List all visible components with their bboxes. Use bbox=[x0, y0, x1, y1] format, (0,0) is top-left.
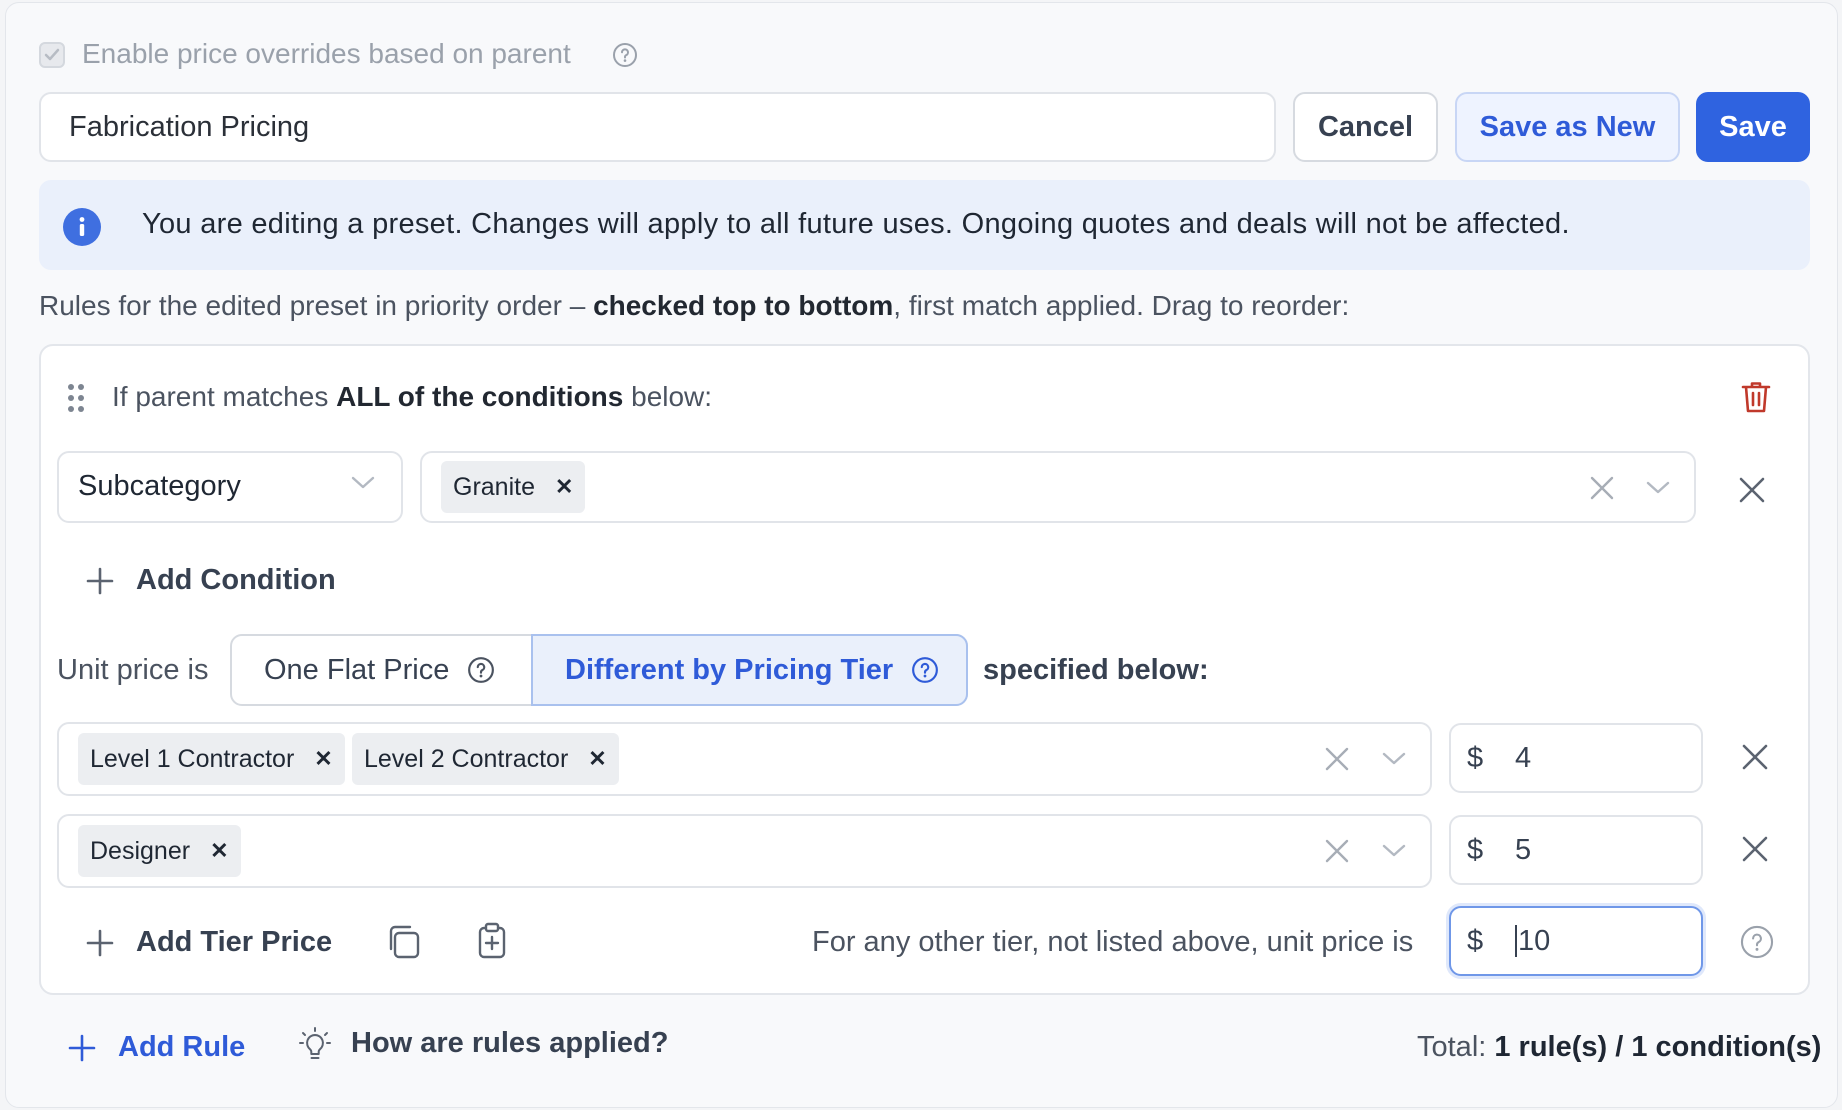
clear-icon[interactable] bbox=[1325, 839, 1349, 863]
info-banner-text: You are editing a preset. Changes will a… bbox=[142, 208, 1570, 240]
trash-icon[interactable] bbox=[1740, 379, 1772, 415]
save-button[interactable]: Save bbox=[1696, 92, 1810, 162]
specified-below-label: specified below: bbox=[983, 654, 1209, 686]
value-chip: Granite ✕ bbox=[441, 461, 586, 513]
unit-price-label: Unit price is bbox=[57, 654, 209, 686]
help-icon[interactable] bbox=[612, 42, 638, 68]
copy-icon[interactable] bbox=[386, 924, 422, 960]
lightbulb-icon bbox=[298, 1026, 332, 1062]
price-value: 5 bbox=[1515, 833, 1532, 866]
currency-symbol: $ bbox=[1467, 924, 1484, 957]
clear-icon[interactable] bbox=[1325, 747, 1349, 771]
rules-intro: Rules for the edited preset in priority … bbox=[39, 290, 1350, 321]
tier-price-input[interactable]: $ 4 bbox=[1449, 723, 1703, 793]
cancel-button[interactable]: Cancel bbox=[1293, 92, 1438, 162]
enable-overrides-label: Enable price overrides based on parent bbox=[82, 38, 571, 69]
enable-overrides-checkbox[interactable] bbox=[39, 42, 65, 68]
condition-values-select[interactable] bbox=[420, 451, 1696, 523]
chip-remove-icon[interactable]: ✕ bbox=[210, 838, 228, 864]
rule-header: If parent matches ALL of the conditions … bbox=[112, 381, 713, 412]
how-rules-link[interactable]: How are rules applied? bbox=[351, 1027, 668, 1060]
add-rule-button[interactable]: Add Rule bbox=[118, 1031, 245, 1064]
plus-icon[interactable] bbox=[86, 929, 114, 957]
plus-icon[interactable] bbox=[68, 1034, 96, 1062]
different-by-tier-label: Different by Pricing Tier bbox=[565, 653, 894, 686]
clear-icon[interactable] bbox=[1590, 476, 1614, 500]
plus-icon[interactable] bbox=[86, 567, 114, 595]
tier-select[interactable] bbox=[57, 814, 1432, 888]
drag-handle-icon[interactable] bbox=[66, 382, 86, 414]
currency-symbol: $ bbox=[1467, 833, 1484, 866]
preset-name-input[interactable] bbox=[39, 92, 1276, 162]
chip-remove-icon[interactable]: ✕ bbox=[314, 746, 332, 772]
info-icon bbox=[62, 207, 102, 247]
tier-chip: Designer ✕ bbox=[78, 825, 241, 877]
remove-condition-icon[interactable] bbox=[1739, 477, 1765, 503]
text-cursor bbox=[1515, 925, 1517, 957]
paste-icon[interactable] bbox=[476, 922, 508, 960]
remove-tier-icon[interactable] bbox=[1742, 836, 1768, 862]
help-icon[interactable] bbox=[911, 656, 939, 684]
one-flat-price-label: One Flat Price bbox=[264, 653, 450, 686]
chip-label: Level 1 Contractor bbox=[90, 744, 295, 773]
chip-remove-icon[interactable]: ✕ bbox=[555, 474, 573, 500]
add-tier-price-button[interactable]: Add Tier Price bbox=[136, 926, 332, 959]
remove-tier-icon[interactable] bbox=[1742, 744, 1768, 770]
currency-symbol: $ bbox=[1467, 741, 1484, 774]
chip-label: Level 2 Contractor bbox=[364, 744, 569, 773]
tier-price-input[interactable]: $ 5 bbox=[1449, 815, 1703, 885]
help-icon[interactable] bbox=[1740, 925, 1774, 959]
default-price-input[interactable]: $ 10 bbox=[1449, 906, 1703, 976]
different-by-tier-option[interactable]: Different by Pricing Tier bbox=[531, 634, 968, 706]
chip-label: Designer bbox=[90, 836, 191, 865]
save-as-new-button[interactable]: Save as New bbox=[1455, 92, 1680, 162]
chip-remove-icon[interactable]: ✕ bbox=[588, 746, 606, 772]
tier-chip: Level 1 Contractor ✕ bbox=[78, 733, 345, 785]
rules-total: Total: 1 rule(s) / 1 condition(s) bbox=[1417, 1031, 1822, 1063]
price-value: 4 bbox=[1515, 741, 1532, 774]
help-icon[interactable] bbox=[467, 656, 495, 684]
chevron-down-icon[interactable] bbox=[351, 476, 375, 490]
condition-field-value: Subcategory bbox=[78, 470, 241, 502]
add-condition-button[interactable]: Add Condition bbox=[136, 564, 336, 597]
one-flat-price-option[interactable]: One Flat Price bbox=[232, 636, 532, 704]
other-tier-label: For any other tier, not listed above, un… bbox=[812, 926, 1414, 958]
chip-label: Granite bbox=[453, 472, 535, 501]
chevron-down-icon[interactable] bbox=[1646, 481, 1670, 495]
chevron-down-icon[interactable] bbox=[1382, 752, 1406, 766]
tier-chip: Level 2 Contractor ✕ bbox=[352, 733, 619, 785]
chevron-down-icon[interactable] bbox=[1382, 844, 1406, 858]
price-value: 10 bbox=[1518, 924, 1551, 957]
